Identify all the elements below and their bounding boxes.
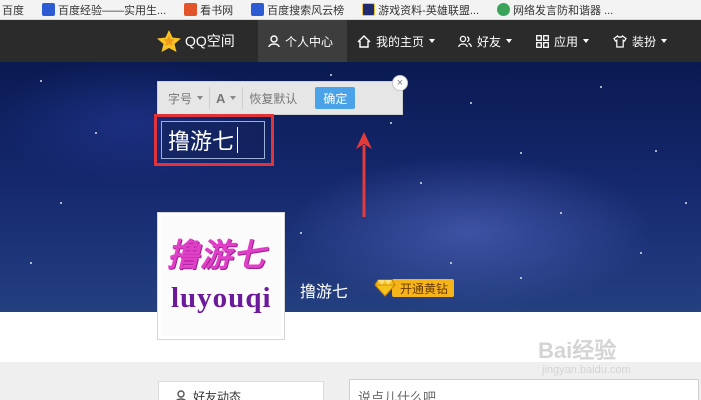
leaf-icon: [497, 3, 511, 16]
title-highlight-box: 撸游七: [154, 114, 274, 166]
chevron-down-icon: [506, 39, 513, 43]
title-format-toolbar: 字号 A 恢复默认 确定: [157, 81, 403, 115]
space-title-value: 撸游七: [168, 129, 235, 154]
nav-friends[interactable]: 好友: [458, 20, 513, 62]
bookmark-label: 百度: [2, 4, 24, 17]
nav-my-home[interactable]: 我的主页: [357, 20, 436, 62]
nav-apps[interactable]: 应用: [536, 20, 590, 62]
watermark-logo: Bai经验: [538, 338, 617, 363]
reset-label: 恢复默认: [249, 91, 298, 106]
chevron-down-icon: [429, 39, 436, 43]
status-input[interactable]: 说点儿什么吧: [349, 379, 699, 400]
nav-label: 好友: [477, 34, 502, 49]
close-icon[interactable]: ×: [392, 75, 408, 91]
text-cursor: [237, 127, 239, 153]
bookmark-lol[interactable]: 游戏资料-英雄联盟...: [362, 2, 479, 18]
font-size-label: 字号: [168, 91, 193, 106]
avatar-text-en: luyouqi: [171, 282, 272, 314]
font-size-dropdown[interactable]: 字号: [162, 87, 211, 109]
vip-label: 开通黄钻: [392, 279, 455, 297]
arrow-up-icon: [356, 132, 372, 217]
bookmark-baidu-jingyan[interactable]: 百度经验——实用生...: [42, 2, 166, 18]
bookmarks-bar: 百度 百度经验——实用生... 看书网 百度搜索风云榜 游戏资料-英雄联盟...…: [0, 0, 701, 20]
game-icon: [362, 3, 376, 16]
chevron-down-icon: [583, 39, 590, 43]
apps-icon: [536, 34, 549, 48]
diamond-icon: [374, 279, 396, 297]
brand-label: QQ空间: [185, 33, 235, 49]
bookmark-kanshu[interactable]: 看书网: [184, 2, 233, 18]
watermark-url: jingyan.baidu.com: [542, 364, 631, 376]
open-yellow-diamond-button[interactable]: 开通黄钻: [374, 277, 455, 299]
nav-label: 装扮: [632, 34, 657, 49]
paw-icon: [251, 3, 265, 16]
space-title-input[interactable]: 撸游七: [161, 121, 265, 159]
sidebar-item-friend-feed[interactable]: 好友动态: [158, 381, 324, 400]
bookmark-baidu-top[interactable]: 百度搜索风云榜: [251, 2, 344, 18]
nav-label: 应用: [554, 34, 579, 49]
nav-decorate[interactable]: 装扮: [613, 20, 668, 62]
chevron-down-icon: [197, 96, 204, 100]
bookmark-label: 百度搜索风云榜: [267, 4, 345, 17]
nav-label: 个人中心: [285, 34, 334, 49]
confirm-button[interactable]: 确定: [315, 87, 356, 109]
bookmark-label: 网络发言防和谐器 ...: [513, 4, 614, 17]
chevron-down-icon: [230, 96, 237, 100]
bookmark-label: 看书网: [200, 4, 234, 17]
shirt-icon: [613, 34, 627, 48]
chevron-down-icon: [661, 39, 668, 43]
star-icon: [157, 30, 181, 52]
person-icon: [175, 389, 187, 400]
book-icon: [184, 3, 198, 16]
feed-tab-label: 好友动态: [193, 389, 242, 400]
avatar-text-cn: 撸游七: [167, 236, 267, 274]
nav-personal-center[interactable]: 个人中心: [258, 20, 347, 62]
confirm-label: 确定: [323, 91, 348, 106]
bookmark-anti-harmony[interactable]: 网络发言防和谐器 ...: [497, 2, 613, 18]
nav-label: 我的主页: [376, 34, 425, 49]
reset-default-button[interactable]: 恢复默认: [243, 87, 303, 109]
bookmark-label: 游戏资料-英雄联盟...: [378, 4, 480, 17]
avatar[interactable]: 撸游七 luyouqi: [157, 212, 285, 340]
font-color-label: A: [216, 90, 226, 106]
font-color-dropdown[interactable]: A: [210, 87, 244, 109]
friends-icon: [458, 35, 472, 48]
avatar-image: 撸游七 luyouqi: [161, 216, 281, 336]
qzone-brand[interactable]: QQ空间: [156, 29, 235, 53]
top-nav: QQ空间 个人中心 我的主页 好友 应用 装扮: [0, 20, 701, 62]
baidu-jingyan-watermark: Bai经验 jingyan.baidu.com: [538, 333, 631, 376]
bookmark-label: 百度经验——实用生...: [58, 4, 167, 17]
paw-icon: [42, 3, 55, 16]
profile-username[interactable]: 撸游七: [300, 278, 348, 302]
bookmark-baidu[interactable]: 百度: [2, 2, 24, 18]
home-icon: [357, 34, 371, 48]
person-icon: [268, 34, 280, 48]
